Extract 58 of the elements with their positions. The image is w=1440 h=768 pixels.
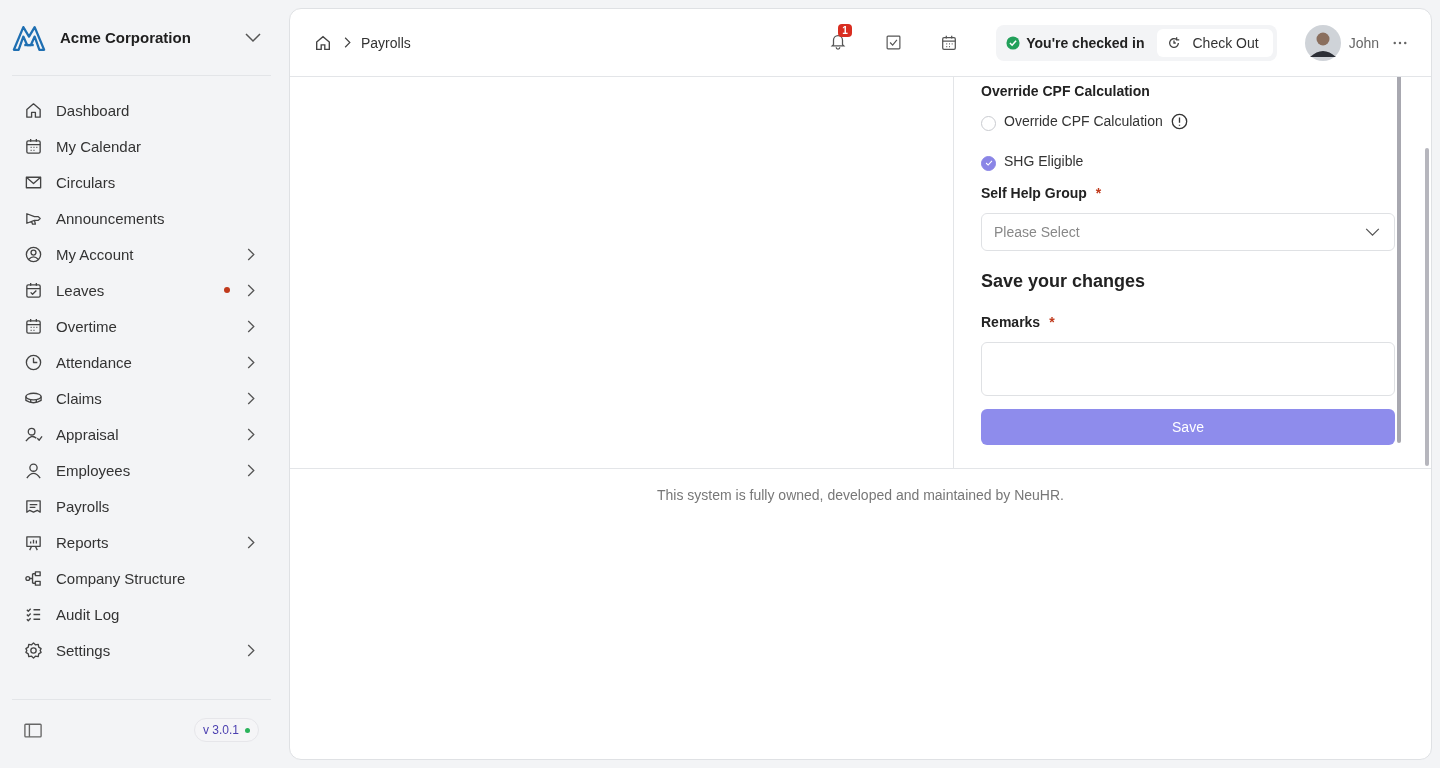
sidebar-item[interactable]: My Account bbox=[0, 236, 289, 272]
sidebar-item[interactable]: Employees bbox=[0, 452, 289, 488]
required-mark: * bbox=[1049, 314, 1055, 332]
checkbox-label: SHG Eligible bbox=[1004, 153, 1084, 169]
calendar-icon bbox=[24, 136, 43, 156]
field-label: Remarks bbox=[981, 314, 1041, 332]
user-icon bbox=[24, 460, 43, 480]
sidebar-item[interactable]: Leaves bbox=[0, 272, 289, 308]
chevron-right-icon bbox=[344, 37, 351, 48]
select-field[interactable]: Please Select bbox=[981, 213, 1395, 251]
calendar-check-icon bbox=[24, 280, 43, 300]
checkbox[interactable] bbox=[981, 155, 996, 171]
checkbox-label: Override CPF Calculation bbox=[1004, 113, 1163, 129]
chevron-down-icon[interactable] bbox=[245, 32, 261, 43]
sidebar-item[interactable]: Settings bbox=[0, 632, 289, 668]
user-circle-icon bbox=[24, 244, 43, 264]
home-icon bbox=[24, 100, 43, 120]
avatar[interactable] bbox=[1304, 24, 1341, 61]
sidebar-item[interactable]: Company Structure bbox=[0, 560, 289, 596]
check-circle-icon bbox=[1006, 35, 1021, 50]
settings-icon bbox=[24, 640, 43, 660]
check-out-button[interactable]: Check Out bbox=[1156, 28, 1273, 57]
chevron-down-icon bbox=[1365, 227, 1380, 237]
notification-count: 1 bbox=[838, 23, 852, 37]
home-icon[interactable] bbox=[314, 33, 332, 52]
hierarchy-icon bbox=[24, 568, 43, 588]
sidebar-item[interactable]: Appraisal bbox=[0, 416, 289, 452]
calendar-icon[interactable] bbox=[940, 33, 959, 52]
user-name[interactable]: John bbox=[1348, 34, 1379, 51]
sidebar-item[interactable]: Circulars bbox=[0, 164, 289, 200]
clock-arrow-icon bbox=[1166, 35, 1181, 50]
sidebar-item[interactable]: Announcements bbox=[0, 200, 289, 236]
section-label: Override CPF Calculation bbox=[981, 83, 1151, 101]
info-icon[interactable] bbox=[1170, 112, 1188, 130]
version-badge: v 3.0.1 bbox=[193, 718, 259, 742]
more-icon[interactable] bbox=[1393, 40, 1407, 45]
calendar-icon bbox=[24, 316, 43, 336]
check-in-status: You're checked in bbox=[1026, 34, 1145, 51]
footer-text: This system is fully owned, developed and maintained by NeuHR. bbox=[657, 487, 1064, 503]
company-name: Acme Corporation bbox=[60, 29, 192, 46]
sidebar-item[interactable]: Claims bbox=[0, 380, 289, 416]
required-mark: * bbox=[1095, 185, 1102, 203]
section-heading: Save your changes bbox=[981, 271, 1147, 292]
clock-icon bbox=[24, 352, 43, 372]
checkbox-icon[interactable] bbox=[885, 34, 903, 51]
remarks-field[interactable] bbox=[981, 342, 1395, 396]
breadcrumb-link[interactable]: Payrolls bbox=[361, 34, 411, 51]
sidebar-toggle-icon[interactable] bbox=[24, 722, 42, 738]
sidebar-item[interactable]: Reports bbox=[0, 524, 289, 560]
logo-icon bbox=[12, 24, 46, 51]
sidebar-item[interactable]: Audit Log bbox=[0, 596, 289, 632]
sidebar-item[interactable]: My Calendar bbox=[0, 128, 289, 164]
sidebar-item[interactable]: Overtime bbox=[0, 308, 289, 344]
sidebar-item[interactable]: Payrolls bbox=[0, 488, 289, 524]
field-label: Self Help Group bbox=[981, 185, 1087, 203]
check-icon bbox=[983, 158, 994, 168]
sidebar-item[interactable]: Dashboard bbox=[0, 92, 289, 128]
sidebar-item[interactable]: Attendance bbox=[0, 344, 289, 380]
